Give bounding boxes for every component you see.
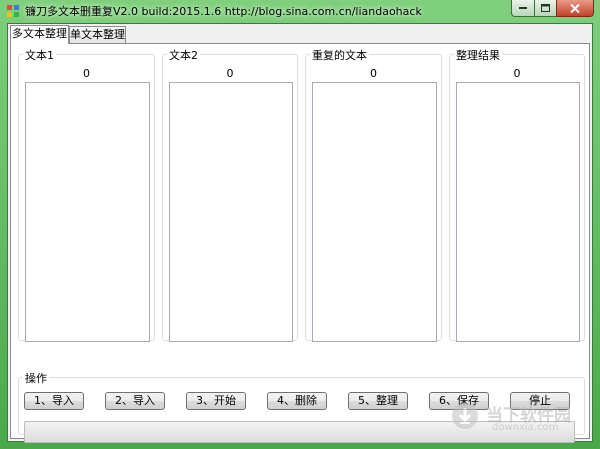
panel-text1-count: 0 (83, 67, 90, 80)
panel-text2-label: 文本2 (167, 47, 200, 63)
start-button[interactable]: 3、开始 (186, 392, 246, 410)
text2-textarea[interactable] (169, 82, 293, 342)
panel-result-count: 0 (513, 67, 521, 80)
app-window: 镰刀多文本删重复V2.0 build:2015.1.6 http://blog.… (0, 0, 600, 449)
maximize-button[interactable] (534, 0, 557, 17)
tab-multi-text[interactable]: 多文本整理 (10, 25, 69, 44)
duplicates-textarea[interactable] (312, 82, 437, 342)
panel-result: 整理结果 0 (449, 47, 585, 342)
panel-text1-label: 文本1 (23, 47, 56, 63)
delete-button[interactable]: 4、删除 (267, 392, 327, 410)
watermark-subtitle: downxia.com (492, 422, 559, 433)
minimize-button[interactable] (511, 0, 535, 17)
close-button[interactable] (556, 0, 594, 17)
tab-panel: 文本1 0 文本2 0 重复的文本 0 整理结果 0 操作 1、导入 2、导入 … (10, 43, 590, 443)
close-icon (570, 3, 580, 13)
operations-label: 操作 (23, 370, 49, 386)
app-icon (7, 5, 19, 17)
panel-result-label: 整理结果 (454, 47, 502, 63)
import-text1-button[interactable]: 1、导入 (24, 392, 84, 410)
organize-button[interactable]: 5、整理 (348, 392, 408, 410)
watermark: 当下软件园 downxia.com (448, 398, 588, 436)
client-area: 多文本整理 单文本整理 文本1 0 文本2 0 重复的文本 0 整理结果 0 操… (7, 23, 593, 443)
panel-duplicates: 重复的文本 0 (305, 47, 442, 342)
window-title: 镰刀多文本删重复V2.0 build:2015.1.6 http://blog.… (25, 5, 422, 18)
download-icon (452, 403, 478, 429)
tab-single-text[interactable]: 单文本整理 (69, 26, 126, 43)
maximize-icon (541, 4, 550, 12)
text1-textarea[interactable] (25, 82, 150, 342)
minimize-icon (518, 7, 527, 9)
panel-text2: 文本2 0 (162, 47, 298, 342)
panel-duplicates-label: 重复的文本 (310, 47, 369, 63)
import-text2-button[interactable]: 2、导入 (105, 392, 165, 410)
panel-text2-count: 0 (226, 67, 234, 80)
result-textarea[interactable] (456, 82, 580, 342)
panel-duplicates-count: 0 (370, 67, 377, 80)
panel-text1: 文本1 0 (18, 47, 155, 342)
title-bar[interactable]: 镰刀多文本删重复V2.0 build:2015.1.6 http://blog.… (0, 0, 600, 22)
